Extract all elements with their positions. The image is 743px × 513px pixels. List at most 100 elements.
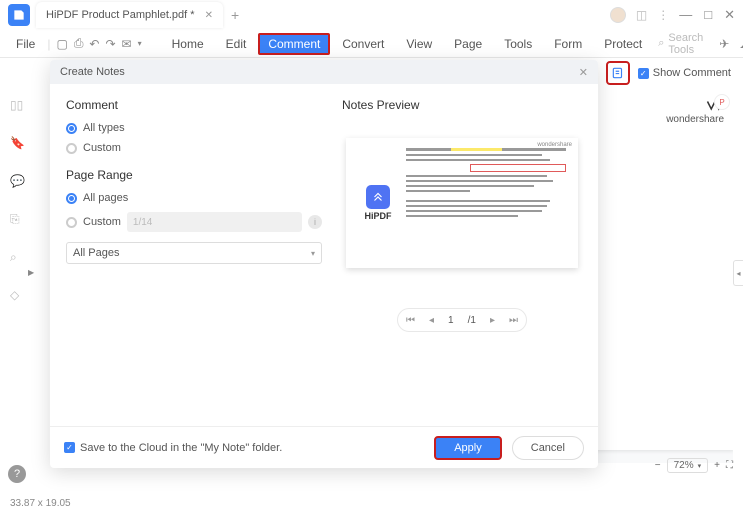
minimize-button[interactable]: — [679, 7, 692, 23]
tab-protect[interactable]: Protect [594, 33, 652, 55]
mail-icon[interactable]: ✉ [122, 35, 132, 53]
send-icon[interactable]: ✈ [719, 37, 729, 51]
main-toolbar: File | ▢ ⎙ ↶ ↷ ✉ ▾ Home Edit Comment Con… [0, 30, 743, 58]
show-comment-label: Show Comment [653, 67, 731, 79]
radio-custom-range[interactable]: Custom [66, 216, 121, 228]
info-icon[interactable]: i [308, 215, 322, 229]
dialog-close-button[interactable]: ✕ [579, 66, 588, 79]
document-viewport[interactable]: wondershare P e, t can be so split, sign… [598, 90, 733, 463]
right-panel-handle[interactable]: ◂ [733, 260, 743, 286]
checkbox-checked-icon: ✓ [64, 442, 75, 453]
preview-thumbnail: wondershare HiPDF [346, 138, 578, 268]
add-tab-button[interactable]: + [231, 7, 239, 23]
zoom-in-button[interactable]: + [714, 460, 720, 471]
thumbnails-icon[interactable]: ▯▯ [10, 98, 26, 114]
radio-custom-comment[interactable]: Custom [66, 142, 322, 154]
tab-comment[interactable]: Comment [258, 33, 330, 55]
hipdf-logo-icon [366, 185, 390, 209]
show-comment-toggle[interactable]: ✓ Show Comment [638, 67, 731, 79]
expand-sidebar-icon[interactable]: ▶ [28, 268, 34, 277]
app-logo [8, 4, 30, 26]
maximize-button[interactable]: □ [704, 7, 712, 23]
notify-icon[interactable]: ◫ [636, 8, 647, 22]
preview-pager: ⏮ ◂ 1 /1 ▸ ⏭ [397, 308, 527, 332]
wondershare-label: wondershare [666, 114, 724, 125]
tab-home[interactable]: Home [162, 33, 214, 55]
radio-all-types[interactable]: All types [66, 122, 322, 134]
pager-prev-button[interactable]: ◂ [423, 315, 440, 326]
page-range-section-title: Page Range [66, 168, 322, 182]
save-to-cloud-checkbox[interactable]: ✓ Save to the Cloud in the "My Note" fol… [64, 442, 282, 454]
search-tools[interactable]: ⌕ Search Tools [658, 32, 703, 56]
create-notes-button[interactable] [606, 61, 630, 85]
tab-edit[interactable]: Edit [216, 33, 257, 55]
title-bar: HiPDF Product Pamphlet.pdf * ✕ + ◫ ⋮ — □… [0, 0, 743, 30]
print-icon[interactable]: ⎙ [74, 35, 84, 53]
chevron-down-icon: ▾ [698, 462, 702, 470]
checkbox-checked-icon: ✓ [638, 68, 649, 79]
pager-next-button[interactable]: ▸ [484, 315, 501, 326]
search-icon: ⌕ [658, 37, 664, 50]
document-tab[interactable]: HiPDF Product Pamphlet.pdf * ✕ [36, 2, 223, 28]
radio-checked-icon [66, 123, 77, 134]
bookmark-icon[interactable]: 🔖 [10, 136, 26, 152]
cancel-button[interactable]: Cancel [512, 436, 584, 460]
radio-unchecked-icon [66, 217, 77, 228]
save-to-cloud-label: Save to the Cloud in the "My Note" folde… [80, 442, 282, 454]
radio-unchecked-icon [66, 143, 77, 154]
radio-all-types-label: All types [83, 122, 125, 134]
dialog-title: Create Notes [60, 66, 125, 78]
apply-button[interactable]: Apply [434, 436, 502, 460]
search-placeholder: Search Tools [668, 32, 703, 56]
search-panel-icon[interactable]: ⌕ [10, 250, 26, 266]
undo-icon[interactable]: ↶ [89, 35, 99, 53]
pages-select[interactable]: All Pages ▾ [66, 242, 322, 264]
tab-form[interactable]: Form [544, 33, 592, 55]
pdf-badge-icon: P [714, 94, 730, 110]
more-icon[interactable]: ⋮ [657, 8, 669, 22]
file-menu[interactable]: File [10, 35, 41, 53]
pager-total: /1 [462, 315, 482, 326]
tab-convert[interactable]: Convert [332, 33, 394, 55]
custom-range-placeholder: 1/14 [133, 217, 152, 228]
zoom-select[interactable]: 72% ▾ [667, 458, 709, 473]
custom-range-input[interactable]: 1/14 [127, 212, 302, 232]
dropdown-icon[interactable]: ▾ [138, 35, 142, 53]
chevron-down-icon: ▾ [311, 249, 315, 258]
create-notes-dialog: Create Notes ✕ Comment All types Custom … [50, 60, 598, 468]
dialog-footer: ✓ Save to the Cloud in the "My Note" fol… [50, 426, 598, 468]
comments-panel-icon[interactable]: 💬 [10, 174, 26, 190]
help-button[interactable]: ? [8, 465, 26, 483]
user-avatar[interactable] [610, 7, 626, 23]
pages-select-value: All Pages [73, 247, 119, 259]
document-tab-label: HiPDF Product Pamphlet.pdf * [46, 9, 195, 21]
radio-checked-icon [66, 193, 77, 204]
dialog-header: Create Notes ✕ [50, 60, 598, 84]
view-controls: − 72% ▾ + ⛶ [655, 458, 733, 473]
save-icon[interactable]: ▢ [56, 35, 67, 53]
tab-page[interactable]: Page [444, 33, 492, 55]
status-bar: 33.87 x 19.05 [0, 493, 743, 513]
comment-section-title: Comment [66, 98, 322, 112]
document-body-text: e, t can be so split, sign,t, etc. ks to… [598, 180, 730, 414]
zoom-value: 72% [674, 460, 694, 471]
layers-icon[interactable]: ◇ [10, 288, 26, 304]
radio-all-pages[interactable]: All pages [66, 192, 322, 204]
left-sidebar: ▯▯ 🔖 💬 ⎘ ⌕ ◇ ▶ [0, 58, 36, 475]
tab-view[interactable]: View [396, 33, 442, 55]
zoom-out-button[interactable]: − [655, 460, 661, 471]
fit-page-icon[interactable]: ⛶ [726, 460, 733, 471]
document-page: wondershare P e, t can be so split, sign… [598, 90, 733, 450]
close-tab-icon[interactable]: ✕ [205, 10, 213, 21]
preview-section-title: Notes Preview [342, 98, 582, 112]
tab-tools[interactable]: Tools [494, 33, 542, 55]
cursor-coordinates: 33.87 x 19.05 [10, 498, 71, 509]
pager-last-button[interactable]: ⏭ [503, 315, 524, 326]
cloud-icon[interactable]: ☁ [739, 37, 743, 51]
attachments-icon[interactable]: ⎘ [10, 212, 26, 228]
redo-icon[interactable]: ↷ [105, 35, 115, 53]
pager-first-button[interactable]: ⏮ [400, 315, 421, 326]
close-window-button[interactable]: ✕ [724, 7, 735, 23]
radio-custom-range-label: Custom [83, 216, 121, 228]
pager-current: 1 [442, 315, 460, 326]
